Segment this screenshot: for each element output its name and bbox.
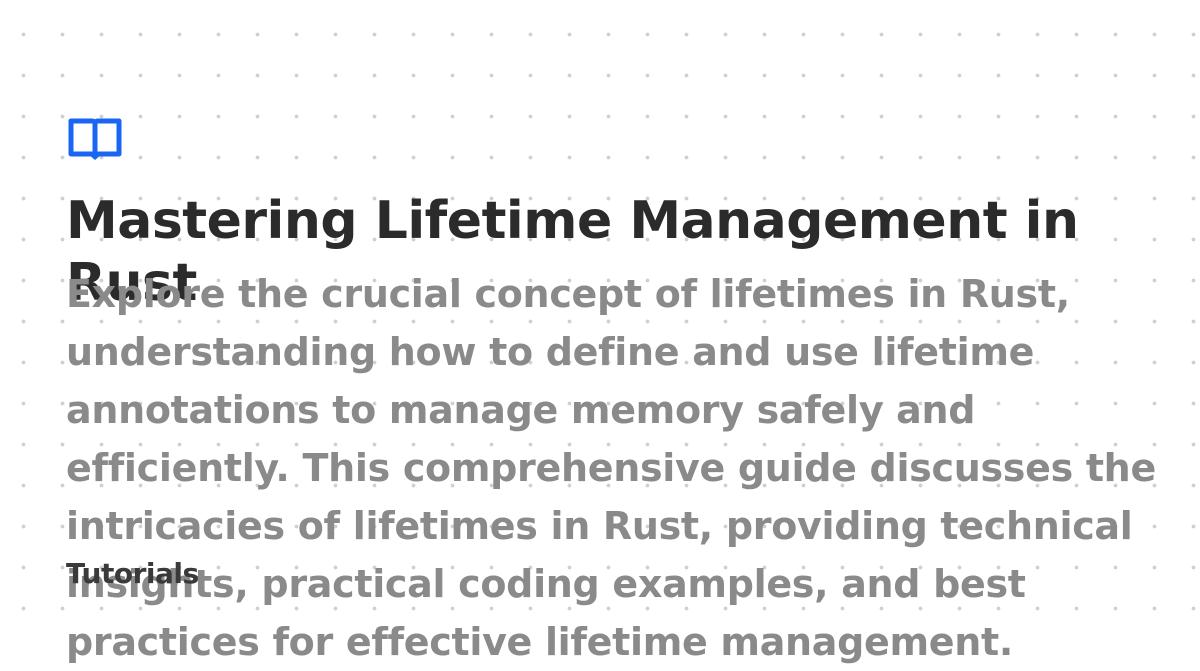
post-description: Explore the crucial concept of lifetimes… xyxy=(66,272,1156,664)
category-label: Tutorials xyxy=(66,557,199,590)
book-open-icon xyxy=(68,118,122,162)
